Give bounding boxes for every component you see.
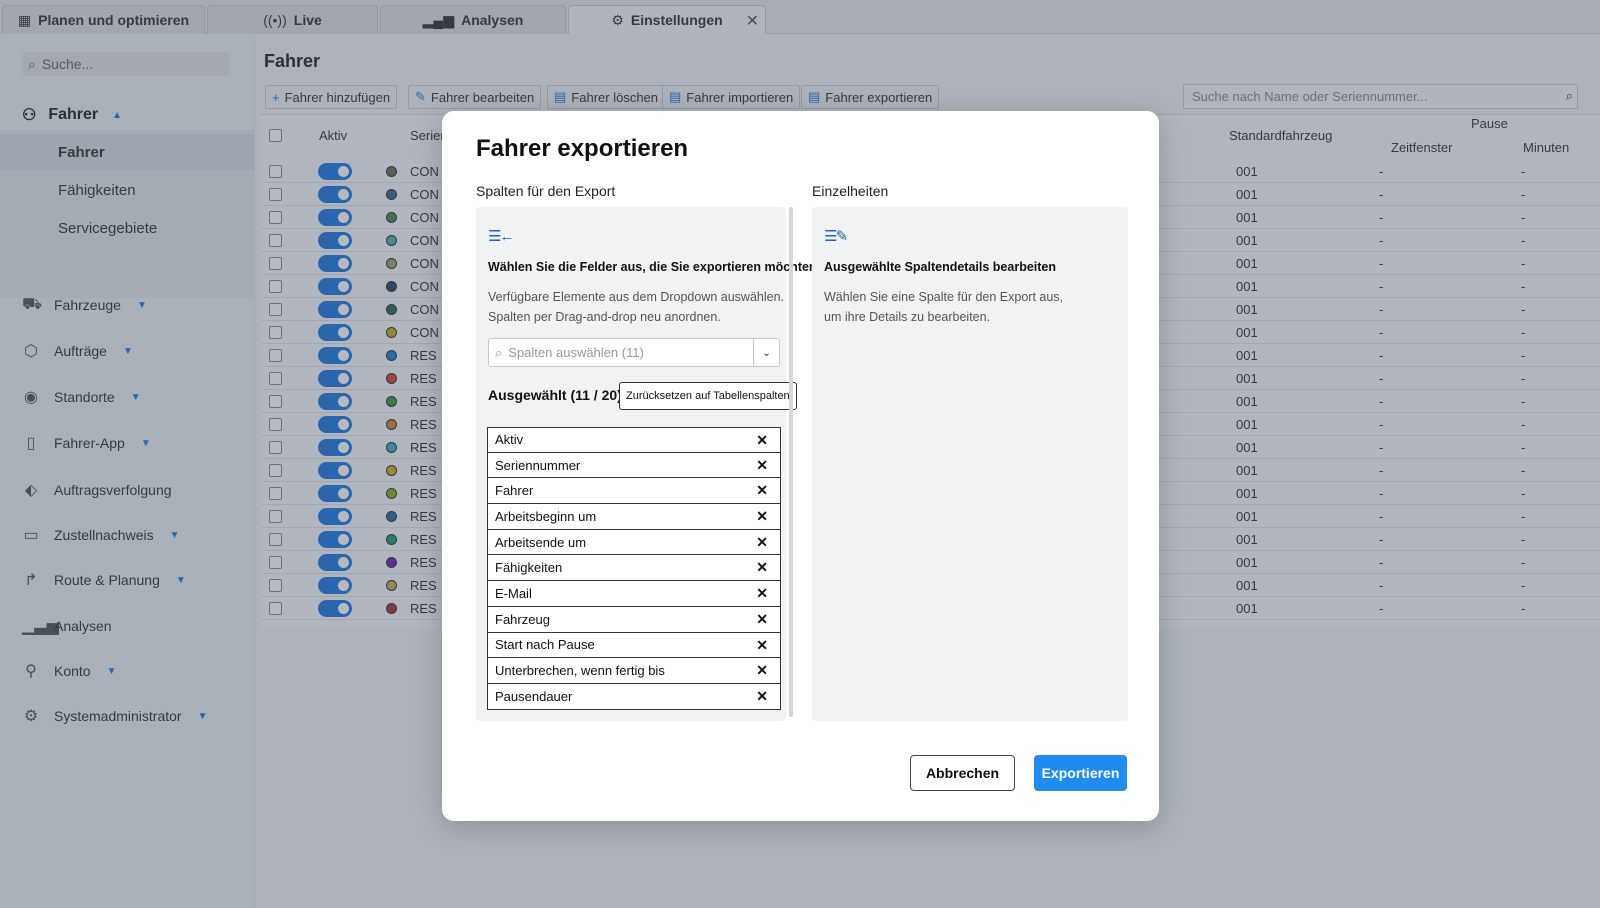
selected-column-label: Fahrer: [495, 483, 534, 499]
selected-column-label: Start nach Pause: [495, 637, 595, 653]
list-edit-icon: ☰✎: [824, 228, 848, 245]
selected-column-item[interactable]: Fähigkeiten ✕: [487, 555, 781, 582]
selected-column-item[interactable]: E-Mail ✕: [487, 581, 781, 607]
panel-heading: Wählen Sie die Felder aus, die Sie expor…: [488, 260, 817, 274]
selected-column-item[interactable]: Arbeitsende um ✕: [487, 529, 781, 556]
remove-icon[interactable]: ✕: [756, 662, 768, 679]
export-columns-panel: ☰← Wählen Sie die Felder aus, die Sie ex…: [476, 207, 817, 721]
remove-icon[interactable]: ✕: [756, 508, 768, 525]
panel-description: Verfügbare Elemente aus dem Dropdown aus…: [488, 287, 788, 327]
selected-column-label: Arbeitsende um: [495, 534, 587, 550]
selected-column-item[interactable]: Arbeitsbeginn um ✕: [487, 504, 781, 530]
details-label: Einzelheiten: [812, 183, 889, 199]
export-dialog: Fahrer exportieren Spalten für den Expor…: [442, 111, 1159, 821]
chevron-down-icon[interactable]: ⌄: [753, 339, 779, 366]
columns-select[interactable]: ⌕ Spalten auswählen (11) ⌄: [488, 338, 780, 367]
selected-column-label: Aktiv: [495, 432, 524, 448]
selected-column-label: Seriennummer: [495, 457, 581, 473]
selected-column-label: Arbeitsbeginn um: [495, 508, 597, 524]
selected-column-item[interactable]: Fahrer ✕: [487, 478, 781, 505]
remove-icon[interactable]: ✕: [756, 482, 768, 499]
selected-column-label: Fahrzeug: [495, 611, 550, 627]
remove-icon[interactable]: ✕: [756, 611, 768, 628]
selected-column-item[interactable]: Seriennummer ✕: [487, 452, 781, 479]
selected-column-label: Unterbrechen, wenn fertig bis: [495, 663, 665, 679]
description-line: Spalten per Drag-and-drop neu anordnen.: [488, 310, 721, 324]
selected-column-item[interactable]: Pausendauer ✕: [487, 683, 781, 710]
selected-column-item[interactable]: Fahrzeug ✕: [487, 606, 781, 633]
remove-icon[interactable]: ✕: [756, 559, 768, 576]
panel-heading: Ausgewählte Spaltendetails bearbeiten: [824, 260, 1057, 274]
search-icon: ⌕: [495, 344, 503, 360]
remove-icon[interactable]: ✕: [756, 637, 768, 654]
selected-column-label: Fähigkeiten: [495, 560, 563, 576]
selected-columns-list: Aktiv ✕ Seriennummer ✕ Fahrer ✕ Arbeitsbeginn …: [487, 427, 781, 710]
selected-column-item[interactable]: Start nach Pause ✕: [487, 632, 781, 659]
selected-column-item[interactable]: Unterbrechen, wenn fertig bis ✕: [487, 658, 781, 684]
remove-icon[interactable]: ✕: [756, 585, 768, 602]
selected-column-item[interactable]: Aktiv ✕: [487, 427, 781, 453]
dialog-title: Fahrer exportieren: [476, 135, 689, 162]
export-button[interactable]: Exportieren: [1034, 755, 1127, 791]
export-columns-label: Spalten für den Export: [476, 183, 616, 199]
remove-icon[interactable]: ✕: [756, 534, 768, 551]
remove-icon[interactable]: ✕: [756, 457, 768, 474]
selected-count: Ausgewählt (11 / 20): [488, 387, 622, 403]
remove-icon[interactable]: ✕: [756, 432, 768, 449]
description-line: Verfügbare Elemente aus dem Dropdown aus…: [488, 290, 785, 304]
list-arrow-icon: ☰←: [488, 228, 514, 245]
cancel-button[interactable]: Abbrechen: [910, 755, 1015, 791]
reset-columns-button[interactable]: Zurücksetzen auf Tabellenspalten: [619, 382, 797, 410]
details-panel: ☰✎ Ausgewählte Spaltendetails bearbeiten…: [812, 207, 1128, 721]
description-line: Wählen Sie eine Spalte für den Export au…: [824, 290, 1064, 304]
description-line: um ihre Details zu bearbeiten.: [824, 310, 991, 324]
selected-column-label: E-Mail: [495, 585, 532, 601]
selected-column-label: Pausendauer: [495, 688, 573, 704]
remove-icon[interactable]: ✕: [756, 688, 768, 705]
panel-scrollbar[interactable]: [789, 207, 793, 717]
select-placeholder: Spalten auswählen (11): [508, 345, 644, 360]
panel-description: Wählen Sie eine Spalte für den Export au…: [824, 287, 1124, 327]
